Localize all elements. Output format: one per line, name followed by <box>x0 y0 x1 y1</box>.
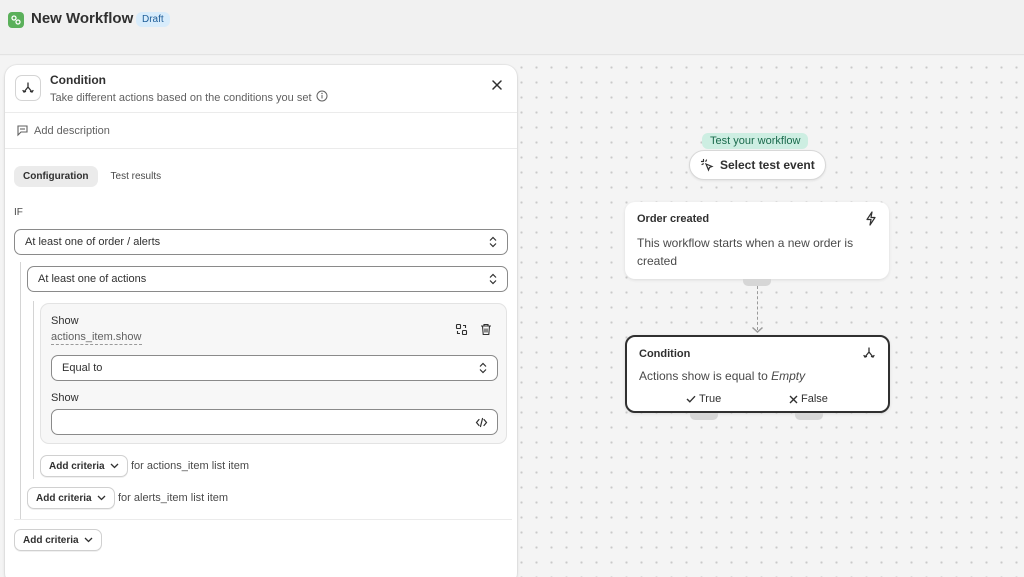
condition-node-description: Actions show is equal to Empty <box>639 367 805 385</box>
test-workflow-tag: Test your workflow <box>702 133 809 149</box>
add-criteria-label: Add criteria <box>49 460 105 472</box>
workflow-app-icon <box>8 12 24 28</box>
panel-title: Condition <box>50 73 106 87</box>
select-test-event-label: Select test event <box>720 158 815 172</box>
arrow-down-icon <box>751 326 764 334</box>
true-output-handle[interactable] <box>690 413 718 420</box>
add-criteria-label: Add criteria <box>23 534 79 546</box>
outer-group-line <box>20 262 21 520</box>
inner-group-line <box>33 301 34 479</box>
condition-node[interactable]: Condition Actions show is equal to Empty <box>625 335 890 413</box>
condition-config-panel: Condition Take different actions based o… <box>5 65 517 577</box>
x-icon <box>789 395 798 403</box>
chevron-down-icon <box>97 495 106 501</box>
page-title: New Workflow <box>31 10 134 27</box>
inner-quantifier-select[interactable]: At least one of actions <box>27 266 508 292</box>
chevron-down-icon <box>84 537 93 543</box>
trigger-node-title: Order created <box>637 213 710 225</box>
if-label: IF <box>14 207 23 218</box>
trigger-node-order-created[interactable]: Order created This workflow starts when … <box>625 202 889 279</box>
add-criteria-button-alerts[interactable]: Add criteria <box>27 487 115 509</box>
condition-node-title: Condition <box>639 348 691 360</box>
value-input[interactable] <box>51 409 498 435</box>
for-alerts-text: for alerts_item list item <box>118 492 229 504</box>
trigger-node-description: This workflow starts when a new order is… <box>637 236 854 268</box>
comment-icon <box>17 125 28 137</box>
condition-text-prefix: Actions show is equal to <box>639 369 768 383</box>
top-bar: New Workflow Draft <box>0 0 1024 55</box>
close-icon <box>492 80 502 90</box>
operator-select[interactable]: Equal to <box>51 355 498 381</box>
delete-icon[interactable] <box>478 321 494 337</box>
select-test-event-button[interactable]: Select test event <box>689 150 826 180</box>
connector-line <box>757 286 758 330</box>
criteria-field-path[interactable]: actions_item.show <box>51 331 142 345</box>
false-output-handle[interactable] <box>795 413 823 420</box>
condition-text-value: Empty <box>771 369 806 383</box>
add-criteria-button-actions[interactable]: Add criteria <box>40 455 128 477</box>
branch-true[interactable]: True <box>686 393 721 405</box>
add-description-label: Add description <box>34 124 110 137</box>
close-button[interactable] <box>488 76 506 94</box>
tab-configuration[interactable]: Configuration <box>14 166 98 187</box>
branch-true-label: True <box>699 393 722 405</box>
code-icon[interactable] <box>475 416 488 429</box>
chevron-down-icon <box>110 463 119 469</box>
swap-icon[interactable] <box>453 321 469 337</box>
cursor-click-icon <box>700 158 714 172</box>
criteria-card: Show actions_item.show Equal to Show <box>40 303 507 444</box>
select-chevron-icon <box>489 273 497 285</box>
add-description-button[interactable]: Add description <box>5 113 517 149</box>
operator-value: Equal to <box>62 362 103 374</box>
tab-test-results[interactable]: Test results <box>102 166 171 187</box>
add-criteria-button-outer[interactable]: Add criteria <box>14 529 102 551</box>
select-chevron-icon <box>489 236 497 248</box>
criteria-field-name: Show <box>51 315 79 327</box>
panel-subtitle-text: Take different actions based on the cond… <box>50 91 312 104</box>
check-icon <box>686 395 696 403</box>
panel-header: Condition Take different actions based o… <box>5 65 517 113</box>
branch-icon <box>863 347 875 358</box>
lightning-icon <box>866 211 876 226</box>
panel-subtitle: Take different actions based on the cond… <box>50 90 328 105</box>
outer-quantifier-value: At least one of order / alerts <box>25 236 161 248</box>
divider <box>14 519 512 520</box>
branch-false[interactable]: False <box>789 393 828 405</box>
trigger-output-handle[interactable] <box>743 279 771 286</box>
outer-quantifier-select[interactable]: At least one of order / alerts <box>14 229 508 255</box>
panel-tabs: Configuration Test results <box>14 166 170 187</box>
inner-quantifier-value: At least one of actions <box>38 273 147 285</box>
info-icon[interactable] <box>316 90 328 105</box>
select-chevron-icon <box>479 362 487 374</box>
for-actions-text: for actions_item list item <box>131 460 249 472</box>
branch-icon <box>15 75 41 101</box>
status-badge: Draft <box>136 12 170 27</box>
value-label: Show <box>51 392 79 404</box>
branch-false-label: False <box>801 393 828 405</box>
add-criteria-label: Add criteria <box>36 492 92 504</box>
